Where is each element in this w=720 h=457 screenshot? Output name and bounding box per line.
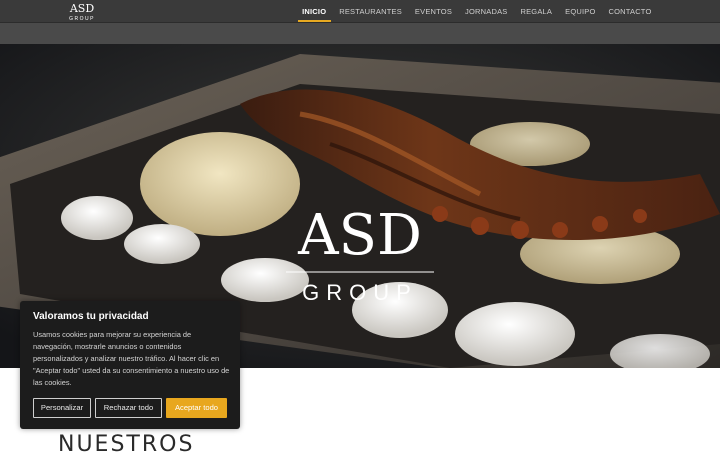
cookie-consent-banner: Valoramos tu privacidad Usamos cookies p… xyxy=(20,301,240,429)
asd-group-logo[interactable]: ASD GROUP xyxy=(66,0,98,22)
main-nav: INICIO RESTAURANTES EVENTOS JORNADAS REG… xyxy=(296,0,658,22)
accept-all-button[interactable]: Aceptar todo xyxy=(166,398,227,418)
nav-item-equipo[interactable]: EQUIPO xyxy=(559,0,602,22)
nav-item-contacto[interactable]: CONTACTO xyxy=(602,0,658,22)
cookie-title: Valoramos tu privacidad xyxy=(33,311,149,322)
reject-all-button[interactable]: Rechazar todo xyxy=(95,398,162,418)
section-heading: NUESTROS xyxy=(58,432,195,457)
nav-item-eventos[interactable]: EVENTOS xyxy=(408,0,458,22)
svg-text:ASD: ASD xyxy=(297,203,422,268)
svg-text:ASD: ASD xyxy=(69,2,94,15)
customize-button[interactable]: Personalizar xyxy=(33,398,91,418)
nav-item-regala[interactable]: REGALA xyxy=(514,0,559,22)
svg-text:GROUP: GROUP xyxy=(302,280,418,305)
cookie-description: Usamos cookies para mejorar su experienc… xyxy=(33,330,230,387)
nav-item-inicio[interactable]: INICIO xyxy=(296,0,333,22)
header-subbar xyxy=(0,23,720,44)
top-navigation-bar: ASD GROUP INICIO RESTAURANTES EVENTOS JO… xyxy=(0,0,720,23)
nav-item-restaurantes[interactable]: RESTAURANTES xyxy=(333,0,409,22)
hero-asd-group-logo: ASD GROUP xyxy=(286,203,434,305)
svg-text:GROUP: GROUP xyxy=(69,16,95,22)
nav-item-jornadas[interactable]: JORNADAS xyxy=(459,0,514,22)
